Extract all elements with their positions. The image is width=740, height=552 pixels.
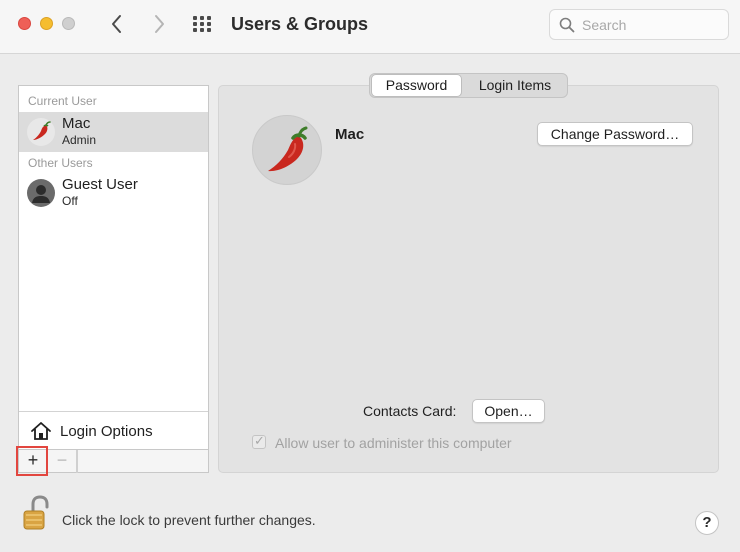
user-role: Off [62, 194, 78, 208]
current-user-header: Current User [28, 94, 97, 108]
show-all-button[interactable] [192, 14, 214, 34]
tab-login-items[interactable]: Login Items [463, 74, 567, 97]
back-button[interactable] [106, 12, 128, 36]
footer-spacer [77, 450, 208, 473]
chevron-left-icon [112, 15, 121, 33]
user-row-guest[interactable]: Guest User Off [19, 173, 208, 213]
grid-icon [193, 16, 211, 32]
window-title: Users & Groups [231, 14, 369, 34]
house-icon [31, 422, 51, 440]
user-row-mac[interactable]: Mac Admin [19, 112, 208, 152]
user-name: Mac [62, 115, 91, 132]
tab-bar: Password Login Items [369, 73, 568, 98]
change-password-button[interactable]: Change Password… [537, 122, 693, 146]
admin-checkbox[interactable]: ✓ [252, 433, 266, 449]
user-name: Guest User [62, 176, 138, 193]
users-sidebar: Current User Mac Admin Other Users Guest… [18, 85, 209, 473]
lock-status-text: Click the lock to prevent further change… [62, 512, 316, 528]
profile-user-name: Mac [335, 126, 365, 143]
open-contacts-button[interactable]: Open… [472, 399, 545, 423]
remove-user-button[interactable]: − [48, 450, 77, 473]
chevron-right-icon [155, 15, 164, 33]
checkmark-icon: ✓ [254, 433, 265, 448]
search-icon [559, 17, 575, 33]
search-field[interactable] [549, 9, 729, 40]
avatar [27, 179, 55, 207]
person-icon [32, 185, 50, 203]
close-window-button[interactable] [18, 17, 31, 30]
minimize-window-button[interactable] [40, 17, 53, 30]
search-input[interactable] [582, 15, 722, 35]
chili-pepper-icon [33, 121, 51, 140]
help-button[interactable]: ? [695, 511, 719, 535]
admin-checkbox-label: Allow user to administer this computer [275, 435, 512, 451]
zoom-window-button[interactable] [62, 17, 75, 30]
login-options-label: Login Options [60, 423, 153, 440]
forward-button[interactable] [148, 12, 170, 36]
toolbar: Users & Groups [0, 0, 740, 54]
tab-password[interactable]: Password [371, 74, 462, 97]
profile-picture[interactable] [252, 115, 322, 185]
sidebar-footer: + − [19, 449, 208, 473]
contacts-card-label: Contacts Card: [363, 403, 457, 419]
login-options-item[interactable]: Login Options [19, 411, 208, 449]
lock-icon[interactable] [22, 495, 50, 533]
chili-pepper-icon [268, 126, 308, 172]
add-user-button[interactable]: + [19, 450, 48, 473]
other-users-header: Other Users [28, 156, 93, 170]
user-role: Admin [62, 133, 97, 147]
avatar [27, 118, 55, 146]
